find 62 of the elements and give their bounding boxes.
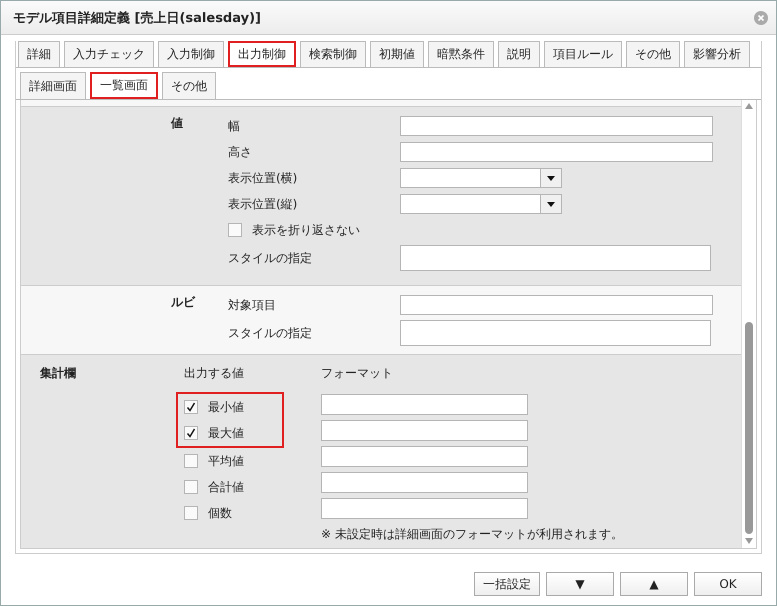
checkbox[interactable] — [184, 400, 198, 414]
field-label: 対象項目 — [228, 296, 277, 314]
tab[interactable]: その他 — [626, 41, 680, 67]
tab[interactable]: 検索制御 — [300, 41, 366, 67]
section-label: 値 — [171, 115, 184, 132]
checkbox-label: 平均値 — [208, 452, 244, 470]
checkbox-label: 表示を折り返さない — [252, 222, 360, 238]
format-field[interactable] — [321, 394, 528, 415]
input-field[interactable] — [400, 142, 713, 162]
input-field[interactable] — [400, 116, 713, 136]
window-title: モデル項目詳細定義 [売上日(salesday)] — [13, 10, 261, 26]
tab[interactable]: 詳細 — [18, 41, 60, 67]
checkbox[interactable] — [228, 223, 242, 237]
check-icon — [186, 428, 196, 438]
toolbar-button[interactable]: 一括設定 — [474, 572, 540, 596]
input-field[interactable] — [400, 245, 711, 271]
tab[interactable]: 項目ルール — [544, 41, 622, 67]
note-text: ※ 未設定時は詳細画面のフォーマットが利用されます。 — [321, 526, 623, 543]
checkbox[interactable] — [184, 426, 198, 440]
field-label: 表示位置(横) — [228, 170, 298, 186]
caret-icon — [547, 176, 555, 180]
dropdown[interactable] — [400, 168, 562, 188]
tab[interactable]: 入力チェック — [64, 41, 154, 67]
scrollbar[interactable] — [741, 100, 756, 548]
checkbox-label: 最大値 — [208, 424, 244, 442]
checkbox[interactable] — [184, 480, 198, 494]
field-label: 高さ — [228, 144, 253, 160]
checkbox[interactable] — [184, 506, 198, 520]
toolbar-button[interactable]: ▲ — [620, 572, 688, 596]
format-field[interactable] — [321, 446, 528, 467]
checkbox-label: 最小値 — [208, 398, 244, 416]
tab[interactable]: 暗黙条件 — [428, 41, 494, 67]
tab[interactable]: 説明 — [498, 41, 540, 67]
tab[interactable]: 出力制御 — [228, 41, 296, 67]
field-label: スタイルの指定 — [228, 250, 313, 266]
caret-icon — [547, 202, 555, 206]
section-label: 集計欄 — [40, 365, 77, 382]
column-header: フォーマット — [321, 365, 394, 382]
format-field[interactable] — [321, 498, 528, 519]
check-icon — [186, 402, 196, 412]
dropdown[interactable] — [400, 194, 562, 214]
tab[interactable]: 入力制御 — [158, 41, 224, 67]
sub-tab[interactable]: その他 — [162, 72, 216, 99]
ok-button[interactable]: OK — [694, 572, 762, 596]
format-field[interactable] — [321, 420, 528, 441]
field-label: 表示位置(縦) — [228, 196, 298, 212]
sub-tab[interactable]: 詳細画面 — [20, 72, 86, 99]
field-label: 幅 — [228, 118, 241, 134]
input-field[interactable] — [400, 295, 713, 315]
field-label: スタイルの指定 — [228, 324, 313, 342]
close-icon[interactable] — [754, 10, 768, 24]
tab[interactable]: 初期値 — [370, 41, 424, 67]
checkbox-label: 個数 — [208, 504, 232, 522]
section-label: ルビ — [171, 294, 196, 311]
input-field[interactable] — [400, 320, 711, 346]
toolbar-button[interactable]: ▼ — [546, 572, 614, 596]
column-header: 出力する値 — [184, 365, 245, 382]
sub-tab[interactable]: 一覧画面 — [90, 72, 158, 99]
checkbox[interactable] — [184, 454, 198, 468]
checkbox-label: 合計値 — [208, 478, 244, 496]
tab[interactable]: 影響分析 — [684, 41, 750, 67]
format-field[interactable] — [321, 472, 528, 493]
